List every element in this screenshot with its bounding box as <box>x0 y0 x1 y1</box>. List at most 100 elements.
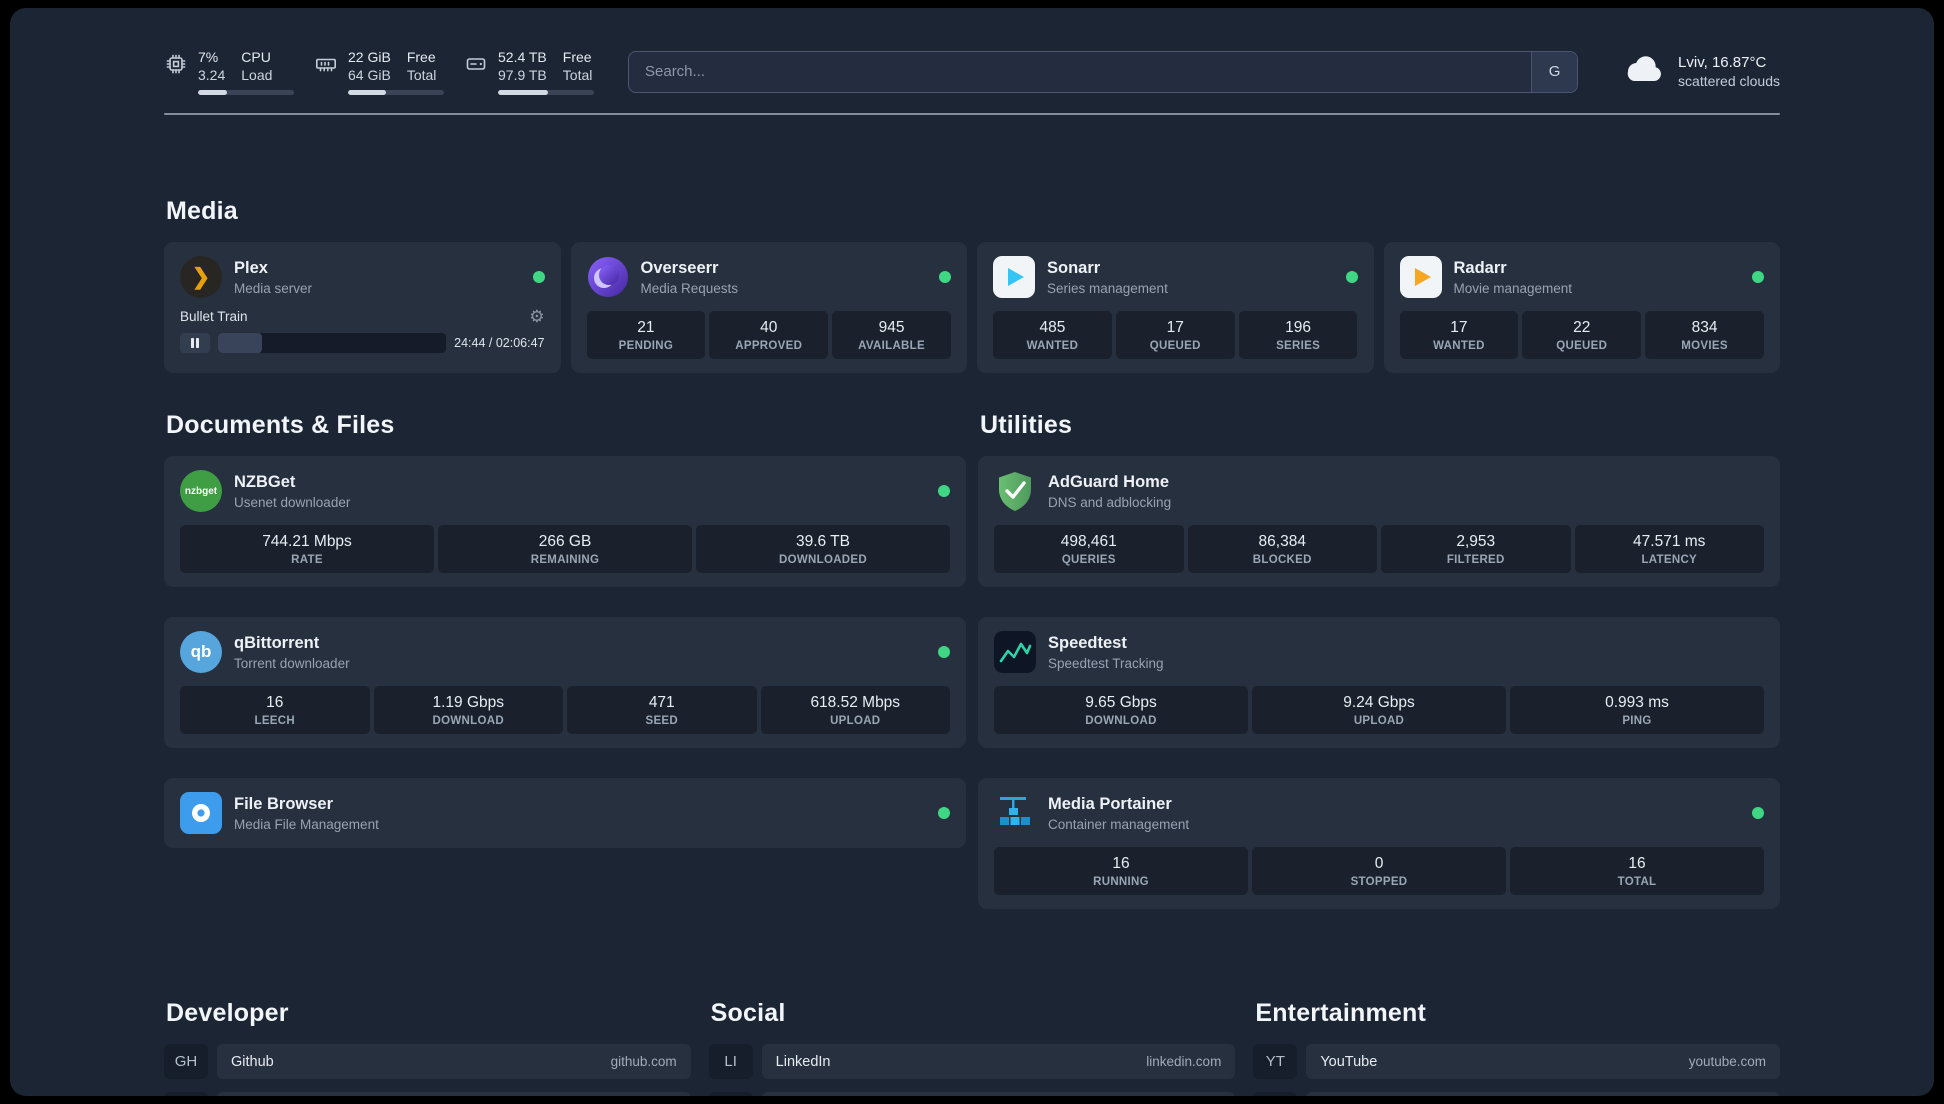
portainer-card[interactable]: Media Portainer Container management 16 … <box>978 778 1780 910</box>
filebrowser-card[interactable]: File Browser Media File Management <box>164 778 966 849</box>
section-documents: Documents & Files nzbget NZBGet Usenet d… <box>164 411 966 849</box>
search-input[interactable] <box>628 50 1579 93</box>
disk-progress-fill <box>498 90 548 96</box>
service-name[interactable]: Radarr <box>1454 259 1741 278</box>
qbittorrent-icon-text: qb <box>190 642 212 662</box>
nzbget-card[interactable]: nzbget NZBGet Usenet downloader 744.21 M… <box>164 456 966 588</box>
memory-widget: 22 GiB 64 GiB Free Total <box>314 48 444 96</box>
sonarr-card[interactable]: Sonarr Series management 485 WANTED 17 Q… <box>977 242 1374 374</box>
bookmark-link[interactable]: StackOverflow stackoverflow.com <box>217 1092 691 1096</box>
service-name[interactable]: Sonarr <box>1047 259 1334 278</box>
speedtest-icon <box>994 631 1036 674</box>
bookmark-abbr[interactable]: SO <box>164 1092 208 1096</box>
resource-widgets: 7% 3.24 CPU Load 22 GiB 64 GiB Free Tota… <box>164 48 594 96</box>
bookmark-link[interactable]: Netflix netflix.com <box>1306 1092 1780 1096</box>
radarr-icon <box>1399 256 1442 299</box>
service-name[interactable]: Overseerr <box>641 259 928 278</box>
service-name[interactable]: Plex <box>234 259 521 278</box>
stat-label: DOWNLOAD <box>1085 715 1157 728</box>
memory-progress-track <box>348 90 444 96</box>
disk-free-label: Free <box>562 49 592 65</box>
stat-tile: 0.993 ms PING <box>1510 686 1764 735</box>
bookmark-abbr[interactable]: NF <box>1253 1092 1298 1096</box>
section-utilities: Utilities AdGuard Home DNS and adblockin… <box>978 411 1780 910</box>
stat-label: DOWNLOAD <box>432 715 504 728</box>
memory-total-label: Total <box>406 67 437 84</box>
stat-tile: 9.65 Gbps DOWNLOAD <box>994 686 1248 735</box>
bookmark-link[interactable]: Twitter twitter.com <box>761 1092 1236 1096</box>
top-bar: 7% 3.24 CPU Load 22 GiB 64 GiB Free Tota… <box>164 8 1780 96</box>
stat-label: WANTED <box>1026 340 1079 353</box>
stat-label: FILTERED <box>1446 554 1505 567</box>
speedtest-card[interactable]: Speedtest Speedtest Tracking 9.65 Gbps D… <box>978 617 1780 749</box>
service-desc: Speedtest Tracking <box>1048 655 1164 671</box>
service-name[interactable]: Media Portainer <box>1048 795 1740 814</box>
stat-value: 16 <box>266 694 284 712</box>
adguard-card[interactable]: AdGuard Home DNS and adblocking 498,461 … <box>978 456 1780 588</box>
stat-value: 2,953 <box>1456 533 1496 551</box>
cpu-value: 7% <box>198 49 219 65</box>
stat-tile: 266 GB REMAINING <box>438 525 692 574</box>
service-name[interactable]: Speedtest <box>1048 634 1764 653</box>
radarr-card[interactable]: Radarr Movie management 17 WANTED 22 QUE… <box>1383 242 1780 374</box>
section-media: Media ❯ Plex Media server Bullet Train ⚙… <box>164 197 1780 374</box>
bookmark-abbr[interactable]: YT <box>1253 1044 1298 1080</box>
search-provider-button[interactable]: G <box>1531 51 1578 92</box>
bookmark-link[interactable]: YouTube youtube.com <box>1306 1044 1780 1080</box>
stat-value: 744.21 Mbps <box>262 533 352 551</box>
service-name[interactable]: AdGuard Home <box>1048 473 1764 492</box>
stat-label: APPROVED <box>735 340 803 353</box>
bookmark-linkedin[interactable]: LI LinkedIn linkedin.com <box>708 1044 1236 1080</box>
memory-progress-fill <box>348 90 387 96</box>
stat-value: 86,384 <box>1258 533 1306 551</box>
stat-tile: 744.21 Mbps RATE <box>180 525 434 574</box>
plex-card[interactable]: ❯ Plex Media server Bullet Train ⚙ 24:44… <box>164 242 561 374</box>
playback-progress-track[interactable] <box>218 333 447 354</box>
pause-button[interactable] <box>180 333 210 354</box>
stat-value: 21 <box>637 319 655 337</box>
stat-tile: 86,384 BLOCKED <box>1187 525 1377 574</box>
status-dot <box>1752 271 1764 284</box>
section-title-utilities: Utilities <box>980 411 1073 440</box>
status-dot <box>1752 807 1764 820</box>
service-desc: Movie management <box>1453 280 1573 296</box>
bookmark-stackoverflow[interactable]: SO StackOverflow stackoverflow.com <box>164 1092 691 1096</box>
stat-label: LATENCY <box>1641 554 1698 567</box>
stat-tile: 16 LEECH <box>180 686 370 735</box>
disk-free-value: 52.4 TB <box>498 49 547 65</box>
service-name[interactable]: NZBGet <box>234 473 926 492</box>
stat-tile: 1.19 Gbps DOWNLOAD <box>373 686 563 735</box>
settings-gear-icon[interactable]: ⚙ <box>529 308 544 325</box>
memory-total-value: 64 GiB <box>348 67 391 84</box>
bookmark-twitter[interactable]: TW Twitter twitter.com <box>708 1092 1236 1096</box>
service-name[interactable]: File Browser <box>234 795 926 814</box>
status-dot <box>938 807 950 820</box>
bookmark-url: linkedin.com <box>1146 1054 1222 1070</box>
stat-label: QUEUED <box>1149 340 1201 353</box>
stat-tile: 47.571 ms LATENCY <box>1574 525 1764 574</box>
bookmark-abbr[interactable]: GH <box>164 1044 208 1080</box>
stat-value: 16 <box>1628 855 1646 873</box>
stat-label: STOPPED <box>1350 876 1408 889</box>
bookmark-link[interactable]: LinkedIn linkedin.com <box>761 1044 1236 1080</box>
bookmark-youtube[interactable]: YT YouTube youtube.com <box>1253 1044 1780 1080</box>
bookmark-netflix[interactable]: NF Netflix netflix.com <box>1253 1092 1780 1096</box>
bookmark-abbr[interactable]: TW <box>708 1092 753 1096</box>
bookmark-github[interactable]: GH Github github.com <box>164 1044 691 1080</box>
status-dot <box>938 646 950 659</box>
stat-label: WANTED <box>1433 340 1485 353</box>
service-desc: Media File Management <box>234 816 379 832</box>
overseerr-card[interactable]: Overseerr Media Requests 21 PENDING 40 A… <box>570 242 967 374</box>
bookmark-link[interactable]: Github github.com <box>217 1044 691 1080</box>
bookmark-abbr[interactable]: LI <box>708 1044 753 1080</box>
stat-tile: 16 TOTAL <box>1510 847 1764 896</box>
cpu-progress-fill <box>198 90 227 96</box>
stat-label: LEECH <box>254 715 295 728</box>
section-developer: Developer GH Github github.com SO StackO… <box>164 999 691 1096</box>
service-name[interactable]: qBittorrent <box>234 634 926 653</box>
stat-value: 498,461 <box>1060 533 1117 551</box>
stat-value: 618.52 Mbps <box>810 694 901 712</box>
qbittorrent-card[interactable]: qb qBittorrent Torrent downloader 16 LEE… <box>164 617 966 749</box>
service-desc: Container management <box>1048 816 1190 832</box>
disk-icon <box>464 52 488 81</box>
